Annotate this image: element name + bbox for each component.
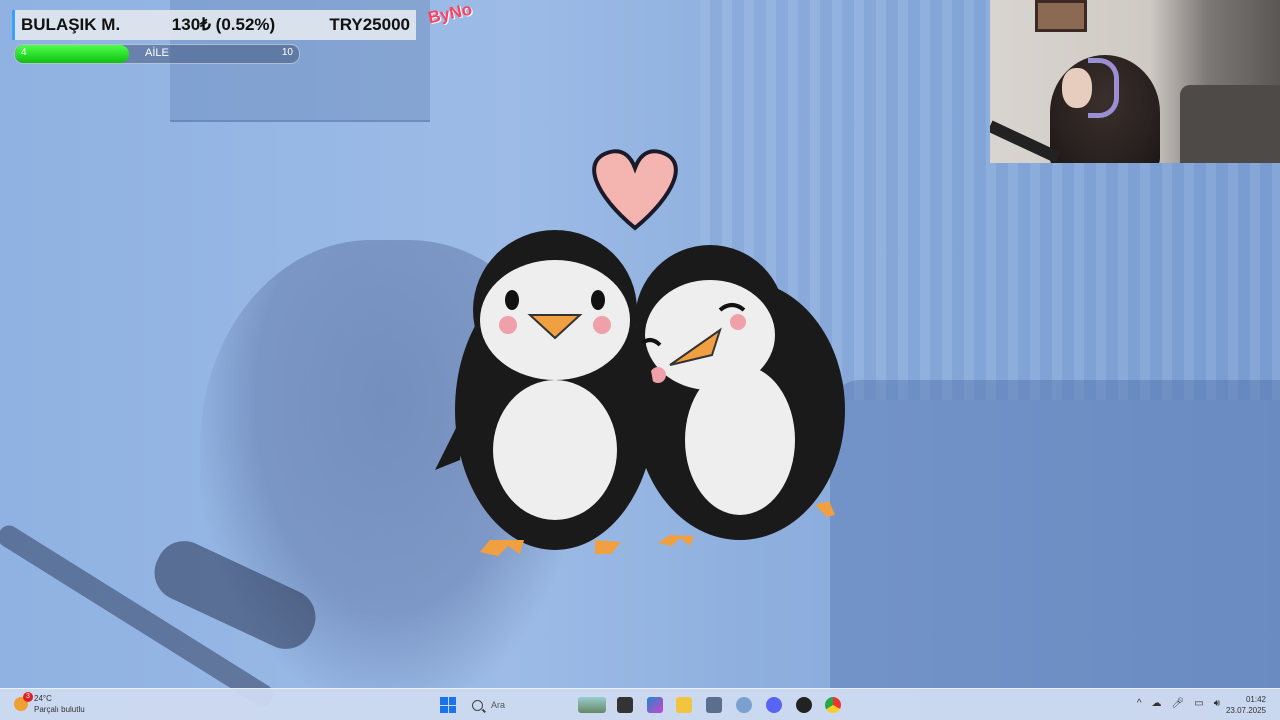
windows-taskbar: 3 24°C Parçalı bulutlu Ara ^ ☁ 🎤︎ ▭ 🔊︎ 0… bbox=[0, 688, 1280, 720]
headphones-icon bbox=[1088, 58, 1119, 118]
obs-icon[interactable] bbox=[796, 697, 812, 713]
microphone-icon[interactable]: 🎤︎ bbox=[1172, 698, 1185, 709]
volume-icon[interactable]: 🔊︎ bbox=[1214, 698, 1220, 709]
system-tray: ^ ☁ 🎤︎ ▭ 🔊︎ bbox=[1137, 698, 1220, 709]
notification-badge: 3 bbox=[23, 692, 33, 702]
chrome-icon[interactable] bbox=[825, 697, 841, 713]
heart-icon bbox=[592, 149, 678, 231]
wall-picture bbox=[1035, 0, 1087, 32]
gaming-chair bbox=[1180, 85, 1280, 163]
widgets-icon[interactable] bbox=[578, 697, 606, 713]
taskbar-search[interactable]: Ara bbox=[466, 694, 576, 716]
windows-start-icon[interactable] bbox=[440, 697, 456, 713]
file-explorer-icon[interactable] bbox=[676, 697, 692, 713]
discord-icon[interactable] bbox=[766, 697, 782, 713]
overlay-tag: ByNo bbox=[426, 0, 474, 28]
webcam-feed bbox=[990, 0, 1280, 163]
stream-screen: BULAŞIK M. 130₺ (0.52%) TRY25000 4 AİLE … bbox=[0, 0, 1280, 720]
ticker-price: TRY25000 bbox=[329, 15, 410, 34]
right-penguin bbox=[635, 245, 845, 546]
penguins-illustration bbox=[435, 149, 845, 556]
weather-desc: Parçalı bulutlu bbox=[34, 705, 85, 714]
stock-ticker: BULAŞIK M. 130₺ (0.52%) TRY25000 bbox=[12, 10, 416, 40]
weather-icon: 3 bbox=[14, 692, 33, 711]
clock-date: 23.07.2025 bbox=[1225, 706, 1266, 715]
chevron-up-icon[interactable]: ^ bbox=[1137, 698, 1142, 709]
store-icon[interactable] bbox=[706, 697, 722, 713]
settings-icon[interactable] bbox=[736, 697, 752, 713]
left-penguin bbox=[435, 230, 655, 556]
progress-max: 10 bbox=[281, 47, 293, 58]
network-icon[interactable]: ▭ bbox=[1194, 698, 1203, 709]
weather-temp: 24°C bbox=[34, 694, 52, 703]
progress-label: AİLE bbox=[145, 47, 169, 59]
progress-min: 4 bbox=[21, 47, 27, 58]
progress-fill bbox=[15, 45, 129, 63]
ticker-name: BULAŞIK M. bbox=[21, 15, 121, 34]
cloud-icon[interactable]: ☁ bbox=[1152, 698, 1162, 709]
search-icon bbox=[472, 699, 483, 711]
clock-time: 01:42 bbox=[1245, 695, 1266, 704]
taskbar-clock[interactable]: 01:42 23.07.2025 bbox=[1226, 694, 1266, 716]
task-view-icon[interactable] bbox=[617, 697, 633, 713]
sofa bbox=[830, 380, 1280, 690]
search-placeholder: Ara bbox=[491, 700, 506, 710]
copilot-icon[interactable] bbox=[647, 697, 663, 713]
family-progress-bar: 4 AİLE 10 bbox=[14, 44, 300, 64]
weather-widget[interactable]: 3 24°C Parçalı bulutlu bbox=[14, 692, 85, 715]
weather-text: 24°C Parçalı bulutlu bbox=[34, 693, 85, 715]
ticker-change: 130₺ (0.52%) bbox=[171, 15, 276, 34]
